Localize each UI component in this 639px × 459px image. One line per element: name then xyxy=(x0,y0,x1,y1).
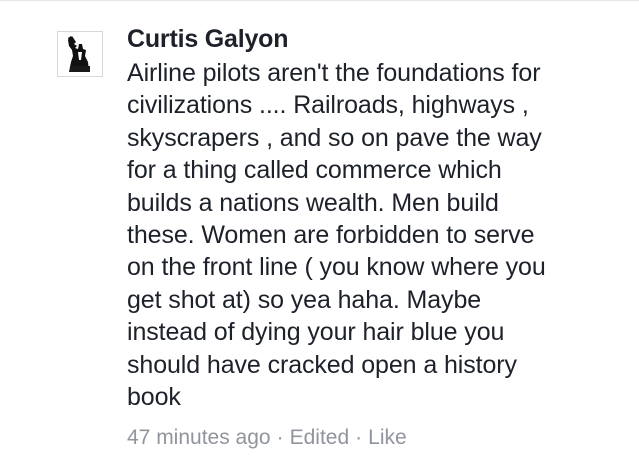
edited-link[interactable]: Edited xyxy=(290,426,350,449)
comment-line: skyscrapers , and so on pave the way xyxy=(127,123,542,152)
comment-line: should have cracked open a history xyxy=(127,350,517,379)
comment-line: get shot at) so yea haha. Maybe xyxy=(127,285,482,314)
avatar[interactable] xyxy=(57,31,103,77)
author-name[interactable]: Curtis Galyon xyxy=(127,22,627,56)
comment-line: builds a nations wealth. Men build xyxy=(127,188,499,217)
comment-line: instead of dying your hair blue you xyxy=(127,318,505,347)
like-button[interactable]: Like xyxy=(368,426,407,449)
comment-line: for a thing called commerce which xyxy=(127,156,502,185)
comment-line: civilizations .... Railroads, highways , xyxy=(127,91,529,120)
comment-meta: 47 minutes ago · Edited · Like xyxy=(127,425,627,451)
meta-separator: · xyxy=(276,426,284,450)
comment-line: book xyxy=(127,383,181,412)
comment-content: Curtis Galyon Airline pilots aren't the … xyxy=(127,22,627,451)
comment: Curtis Galyon Airline pilots aren't the … xyxy=(0,0,639,459)
comment-line: on the front line ( you know where you xyxy=(127,253,546,282)
comment-line: these. Women are forbidden to serve xyxy=(127,221,535,250)
comment-body: Airline pilots aren't the foundations fo… xyxy=(127,57,627,413)
meta-separator: · xyxy=(355,426,363,450)
user-avatar-icon xyxy=(58,32,102,76)
comment-line: Airline pilots aren't the foundations fo… xyxy=(127,59,541,87)
timestamp[interactable]: 47 minutes ago xyxy=(127,426,271,449)
